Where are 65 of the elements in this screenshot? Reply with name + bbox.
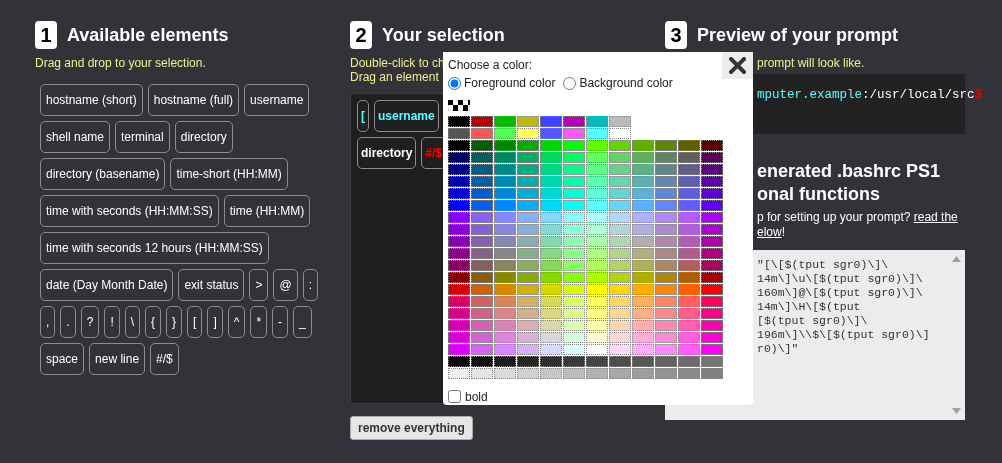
element-button[interactable]: time with seconds 12 hours (HH:MM:SS) — [40, 232, 269, 264]
code-line: "[\[$(tput sgr0)\]\ — [757, 258, 890, 272]
element-button[interactable]: : — [302, 269, 318, 301]
section-title: Preview of your prompt — [697, 23, 899, 47]
element-button[interactable]: { — [145, 306, 162, 338]
checkbox-label: bold — [465, 388, 488, 406]
step-number: 2 — [350, 21, 372, 49]
section-title: Your selection — [382, 23, 505, 47]
element-button[interactable]: username — [244, 84, 310, 116]
element-button[interactable]: } — [166, 306, 183, 338]
link[interactable]: read the — [913, 210, 958, 224]
link[interactable]: elow — [757, 225, 782, 239]
hint-text: prompt will look like. — [757, 56, 865, 70]
help-text: elow! — [757, 225, 787, 240]
code-line: r0)\]" — [757, 342, 800, 356]
selected-element[interactable]: username — [374, 100, 439, 132]
element-button[interactable]: ! — [104, 306, 120, 338]
element-button[interactable]: terminal — [115, 121, 170, 153]
element-button[interactable]: . — [60, 306, 76, 338]
section-title: onal functions — [757, 183, 881, 206]
element-button[interactable]: \ — [124, 306, 141, 338]
element-button[interactable]: * — [250, 306, 268, 338]
element-button[interactable]: time with seconds (HH:MM:SS) — [40, 195, 219, 227]
prompt-label: Choose a color: — [448, 57, 533, 74]
element-button[interactable]: date (Day Month Date) — [40, 269, 174, 301]
element-button[interactable]: directory (basename) — [40, 158, 166, 190]
code-line: 196m\]\\$\[$(tput sgr0)\] — [757, 328, 931, 342]
hint-text: Drag an element — [350, 70, 439, 84]
element-button[interactable]: ? — [80, 306, 100, 338]
element-button[interactable]: > — [249, 269, 269, 301]
element-button[interactable]: _ — [293, 306, 312, 338]
radio-label: Foreground color — [464, 75, 556, 92]
step-number: 3 — [665, 21, 687, 49]
element-button[interactable]: ^ — [227, 306, 246, 338]
selected-element[interactable]: [ — [357, 100, 369, 132]
element-button[interactable]: time (HH:MM) — [223, 195, 311, 227]
code-line: 14m\]\H\[$(tput — [757, 300, 862, 314]
help-text: p for setting up your prompt? read the — [757, 210, 959, 225]
prompt-text: :/usr/local/src — [862, 88, 975, 102]
element-button[interactable]: directory — [174, 121, 233, 153]
element-button[interactable]: exit status — [178, 269, 245, 301]
section-title: enerated .bashrc PS1 — [757, 160, 942, 183]
element-button[interactable]: , — [40, 306, 56, 338]
element-button[interactable]: hostname (full) — [147, 84, 240, 116]
code-line: [$(tput sgr0)\]\ — [757, 314, 869, 328]
element-button[interactable]: ] — [207, 306, 223, 338]
radio-label: Background color — [579, 75, 673, 92]
prompt-text: mputer.example — [757, 88, 863, 102]
element-button[interactable]: hostname (short) — [40, 84, 143, 116]
code-line: 14m\]\u\[$(tput sgr0)\]\ — [757, 272, 924, 286]
section-title: Available elements — [67, 23, 229, 47]
element-button[interactable]: #/$ — [150, 343, 179, 375]
remove-button[interactable]: remove everything — [350, 416, 473, 440]
hint-text: Drag and drop to your selection. — [35, 56, 206, 70]
prompt-text: $ — [974, 88, 983, 102]
element-button[interactable]: [ — [187, 306, 203, 338]
element-button[interactable]: new line — [89, 343, 146, 375]
element-button[interactable]: @ — [273, 269, 298, 301]
selected-element[interactable]: directory — [357, 137, 417, 169]
element-button[interactable]: - — [272, 306, 289, 338]
element-button[interactable]: time-short (HH:MM) — [170, 158, 288, 190]
element-button[interactable]: shell name — [40, 121, 111, 153]
code-line: 160m\]@\[$(tput sgr0)\]\ — [757, 286, 924, 300]
step-number: 1 — [35, 21, 57, 49]
element-button[interactable]: space — [40, 343, 85, 375]
